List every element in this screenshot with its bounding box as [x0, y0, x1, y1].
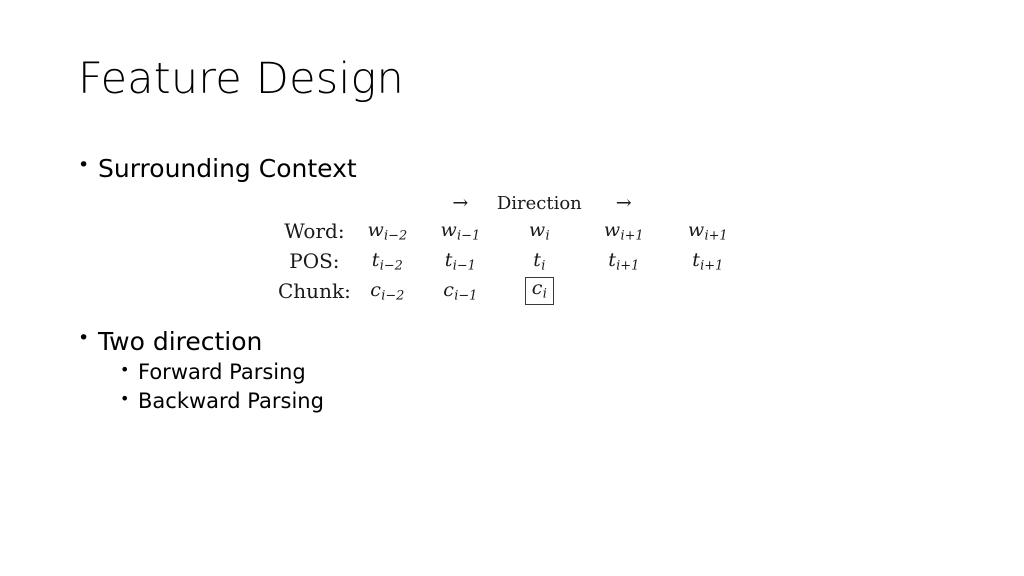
cell-pos-2: ti — [533, 248, 546, 274]
bullet-label: Surrounding Context — [98, 154, 357, 183]
cell-word-1: wi−1 — [440, 218, 481, 244]
cell-word-0: wi−2 — [367, 218, 408, 244]
cell-chunk-3 — [582, 276, 666, 306]
cell-word-4: wi+1 — [687, 218, 728, 244]
cell-word-3: wi+1 — [603, 218, 644, 244]
table-row: Word: wi−2 wi−1 wi wi+1 wi+1 — [278, 216, 750, 246]
bullet-label: Two direction — [98, 327, 263, 356]
cell-chunk-1: ci−1 — [443, 278, 478, 304]
row-label-chunk: Chunk: — [278, 279, 351, 303]
cell-pos-0: ti−2 — [371, 248, 403, 274]
bullet-label: Forward Parsing — [138, 360, 306, 384]
bullet-marker-icon: • — [78, 154, 90, 176]
row-label-pos: POS: — [289, 249, 340, 273]
slide-canvas: Feature Design • Surrounding Context → D… — [0, 0, 1024, 576]
arrow-right-icon: → — [452, 191, 469, 214]
header-arrow-left: → — [424, 190, 497, 216]
cell-chunk-2-highlighted: ci — [497, 276, 582, 306]
bullet-list-two-direction: • Two direction • Forward Parsing • Back… — [78, 325, 324, 416]
cell-chunk-0: ci−2 — [370, 278, 405, 304]
page-title: Feature Design — [78, 54, 404, 104]
bullet-list-surrounding-context: • Surrounding Context — [78, 152, 638, 185]
bullet-marker-icon: • — [78, 327, 90, 349]
header-cell-1 — [351, 190, 424, 216]
bullet-item-two-direction: • Two direction — [78, 325, 324, 358]
table-header-row: → Direction → — [278, 190, 750, 216]
table-row: Chunk: ci−2 ci−1 ci — [278, 276, 750, 306]
row-label-word: Word: — [284, 219, 345, 243]
arrow-right-icon: → — [615, 191, 632, 214]
cell-word-2: wi — [528, 218, 550, 244]
direction-label: Direction — [496, 192, 582, 214]
header-cell-5 — [666, 190, 750, 216]
surrounding-context-figure: → Direction → Word: wi−2 wi−1 wi wi+1 wi… — [278, 190, 750, 306]
cell-pos-3: ti+1 — [608, 248, 640, 274]
header-spacer — [278, 190, 351, 216]
bullet-item-backward-parsing: • Backward Parsing — [120, 387, 324, 416]
bullet-marker-icon: • — [120, 360, 130, 379]
bullet-item-forward-parsing: • Forward Parsing — [120, 358, 324, 387]
table-row: POS: ti−2 ti−1 ti ti+1 ti+1 — [278, 246, 750, 276]
context-table: → Direction → Word: wi−2 wi−1 wi wi+1 wi… — [278, 190, 750, 306]
cell-pos-4: ti+1 — [692, 248, 724, 274]
header-arrow-right: → — [582, 190, 666, 216]
header-direction-label: Direction — [497, 190, 582, 216]
cell-chunk-4 — [666, 276, 750, 306]
bullet-item-surrounding-context: • Surrounding Context — [78, 152, 638, 185]
bullet-label: Backward Parsing — [138, 388, 324, 413]
cell-pos-1: ti−1 — [444, 248, 476, 274]
bullet-marker-icon: • — [120, 388, 130, 408]
